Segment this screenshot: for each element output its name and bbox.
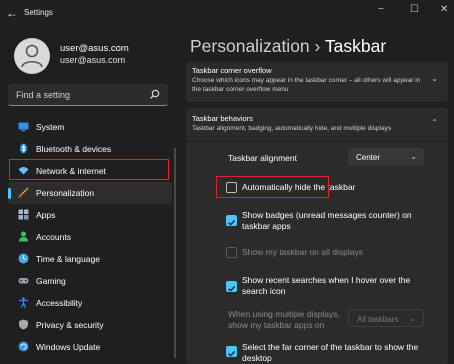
alignment-dropdown[interactable]: Center ⌄: [348, 148, 424, 166]
monitor-icon: [18, 122, 29, 132]
highlight-auto-hide: [216, 176, 329, 198]
shield-icon: [19, 319, 28, 330]
checkmark-icon: [228, 351, 236, 357]
sidebar-item-label: Apps: [36, 210, 56, 220]
back-arrow-icon[interactable]: ←: [6, 6, 18, 20]
search-icon[interactable]: [149, 89, 160, 100]
sidebar-item-label: Privacy & security: [36, 320, 104, 330]
breadcrumb-page: Taskbar: [324, 36, 387, 56]
search-placeholder: Find a setting: [16, 90, 71, 100]
search-input[interactable]: Find a setting: [8, 84, 168, 106]
chevron-down-icon: ⌄: [409, 314, 416, 323]
chevron-down-icon[interactable]: ⌄: [431, 74, 438, 83]
taskbar-corner-overflow-card[interactable]: Taskbar corner overflow Choose which ico…: [186, 62, 448, 102]
sidebar-item-personalization[interactable]: Personalization: [8, 182, 172, 204]
badges-checkbox[interactable]: [226, 215, 237, 226]
card-description: Choose which icons may appear in the tas…: [192, 77, 421, 93]
dropdown-value: All taskbars: [357, 315, 399, 324]
badges-label: Show badges (unread messages counter) on…: [242, 210, 412, 231]
card-title: Taskbar corner overflow: [192, 66, 272, 75]
sidebar-item-label: Personalization: [36, 188, 95, 198]
bluetooth-icon: [20, 143, 27, 154]
avatar: [14, 38, 50, 74]
far-corner-checkbox[interactable]: [226, 346, 237, 357]
card-title: Taskbar behaviors: [192, 114, 253, 123]
brush-icon: [18, 187, 29, 198]
sidebar-item-time-language[interactable]: Time & language: [8, 248, 172, 270]
sidebar-item-bluetooth[interactable]: Bluetooth & devices: [8, 138, 172, 160]
chevron-up-icon[interactable]: ⌃: [431, 118, 438, 127]
checkmark-icon: [228, 220, 236, 226]
page-title: Personalization › Taskbar: [190, 36, 386, 57]
active-indicator: [8, 188, 11, 199]
minimize-icon[interactable]: −: [378, 4, 384, 15]
person-icon: [19, 231, 28, 242]
chevron-down-icon: ⌄: [410, 152, 417, 161]
gamepad-icon: [18, 278, 29, 284]
all-displays-checkbox[interactable]: [226, 247, 237, 258]
apps-icon: [18, 209, 29, 220]
far-corner-label: Select the far corner of the taskbar to …: [242, 342, 419, 363]
multi-display-label: When using multiple displays, show my ta…: [228, 309, 340, 330]
sidebar-item-accessibility[interactable]: Accessibility: [8, 292, 172, 314]
sidebar-item-label: Accounts: [36, 232, 71, 242]
alignment-label: Taskbar alignment: [228, 153, 297, 163]
breadcrumb-section[interactable]: Personalization: [190, 36, 310, 56]
sidebar-item-system[interactable]: System: [8, 116, 172, 138]
recent-searches-label: Show recent searches when I hover over t…: [242, 275, 411, 296]
dropdown-value: Center: [356, 153, 381, 162]
card-description: Taskbar alignment, badging, automaticall…: [192, 125, 392, 132]
highlight-personalization: [9, 159, 169, 180]
sidebar-scrollbar[interactable]: [174, 148, 176, 358]
globe-clock-icon: [18, 253, 29, 264]
sidebar-item-apps[interactable]: Apps: [8, 204, 172, 226]
sidebar-item-gaming[interactable]: Gaming: [8, 270, 172, 292]
title-bar: ← Settings − ☐ ✕: [0, 0, 454, 30]
sidebar-item-label: Bluetooth & devices: [36, 144, 112, 154]
user-name: user@asus.com: [60, 43, 129, 54]
user-profile[interactable]: user@asus.com user@asus.com: [14, 38, 174, 78]
update-icon: [18, 341, 29, 352]
user-email: user@asus.com: [60, 55, 126, 65]
breadcrumb-separator: ›: [314, 36, 321, 56]
sidebar-item-label: Time & language: [36, 254, 100, 264]
sidebar-item-label: System: [36, 122, 65, 132]
divider: [186, 141, 448, 142]
person-icon: [21, 44, 43, 68]
accessibility-icon: [19, 297, 28, 308]
sidebar-item-label: Windows Update: [36, 342, 101, 352]
close-icon[interactable]: ✕: [440, 4, 448, 15]
all-displays-label: Show my taskbar on all displays: [242, 247, 363, 257]
checkmark-icon: [228, 286, 236, 292]
sidebar-item-label: Gaming: [36, 276, 66, 286]
recent-searches-checkbox[interactable]: [226, 281, 237, 292]
sidebar-item-accounts[interactable]: Accounts: [8, 226, 172, 248]
maximize-icon[interactable]: ☐: [410, 4, 419, 15]
sidebar-item-windows-update[interactable]: Windows Update: [8, 336, 172, 358]
sidebar-item-label: Accessibility: [36, 298, 83, 308]
sidebar-item-privacy-security[interactable]: Privacy & security: [8, 314, 172, 336]
multi-display-dropdown[interactable]: All taskbars ⌄: [348, 309, 424, 327]
app-title: Settings: [24, 8, 53, 17]
